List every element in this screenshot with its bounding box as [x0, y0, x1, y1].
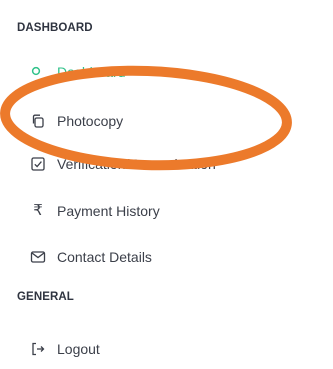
sidebar-item-photocopy[interactable]: Photocopy	[30, 109, 123, 133]
sidebar-item-contact-details[interactable]: Contact Details	[30, 245, 152, 269]
dashboard-icon	[30, 64, 46, 80]
rupee-icon: ₹	[33, 202, 43, 219]
section-title-general: GENERAL	[17, 291, 74, 303]
copy-icon	[30, 113, 46, 129]
sidebar-item-label: Photocopy	[57, 113, 124, 129]
checkbox-icon	[30, 156, 46, 172]
sidebar-item-logout[interactable]: Logout	[30, 337, 100, 361]
sidebar-item-payment-history[interactable]: ₹ Payment History	[30, 199, 160, 223]
sidebar-item-label: Contact Details	[57, 249, 152, 265]
highlight-ellipse	[0, 65, 292, 171]
sidebar-item-dashboard[interactable]: Dashboard	[30, 60, 126, 84]
section-title-dashboard: DASHBOARD	[17, 22, 93, 34]
logout-icon	[30, 341, 46, 357]
sidebar-item-label: Logout	[57, 341, 100, 357]
envelope-icon	[30, 249, 46, 265]
sidebar-item-label: Verification/Re-evaluation	[57, 156, 216, 172]
sidebar-item-label: Dashboard	[57, 64, 126, 80]
sidebar-item-label: Payment History	[57, 203, 160, 219]
sidebar-item-verification[interactable]: Verification/Re-evaluation	[30, 152, 216, 176]
